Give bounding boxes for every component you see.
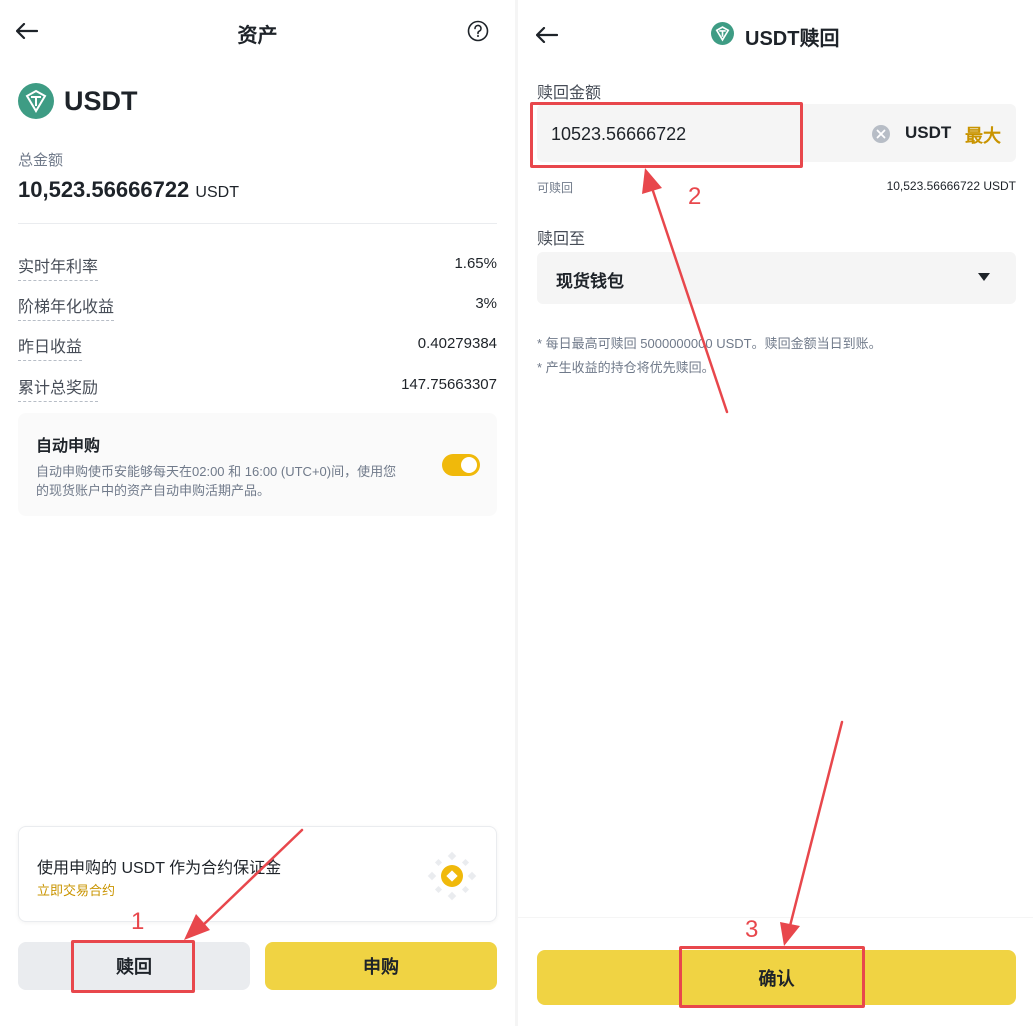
- usdt-coin-icon: [711, 22, 734, 45]
- page-title: USDT赎回: [745, 28, 840, 50]
- caret-down-icon: [978, 273, 990, 281]
- annotation-number-2: 2: [688, 183, 702, 210]
- coin-name: USDT: [64, 86, 138, 116]
- auto-subscribe-desc: 自动申购使币安能够每天在02:00 和 16:00 (UTC+0)间，使用您 的…: [36, 462, 436, 500]
- amount-unit: USDT: [905, 123, 952, 142]
- yesterday-earnings-value: 0.40279384: [417, 335, 497, 352]
- annotation-box-confirm: [679, 946, 865, 1008]
- total-amount-label: 总金额: [18, 152, 64, 169]
- auto-subscribe-desc-line1: 自动申购使币安能够每天在02:00 和 16:00 (UTC+0)间，使用您: [36, 464, 397, 479]
- page-title: 资产: [237, 25, 278, 47]
- available-value: 10,523.56666722 USDT: [886, 179, 1016, 193]
- futures-promo-card[interactable]: 使用申购的 USDT 作为合约保证金 立即交易合约: [18, 826, 497, 922]
- realtime-apr-value: 1.65%: [454, 255, 497, 272]
- yesterday-earnings-label[interactable]: 昨日收益: [18, 333, 83, 361]
- clear-icon[interactable]: [871, 124, 891, 144]
- footer-divider: [518, 917, 1033, 918]
- toggle-knob: [461, 457, 477, 473]
- annotation-number-3: 3: [745, 916, 759, 943]
- subscribe-button[interactable]: 申购: [265, 942, 497, 990]
- total-amount-value: 10,523.56666722 USDT: [18, 177, 239, 203]
- total-amount-unit: USDT: [195, 184, 239, 201]
- coin-illustration-icon: [427, 851, 477, 901]
- trade-futures-link[interactable]: 立即交易合约: [37, 880, 115, 899]
- total-amount-number: 10,523.56666722: [18, 177, 190, 202]
- promo-text: 使用申购的 USDT 作为合约保证金: [37, 860, 282, 877]
- total-rewards-value: 147.75663307: [401, 376, 497, 393]
- annotation-box-redeem: [71, 940, 195, 993]
- asset-screen: 资产 USDT 总金额 10,523.56666722 USDT 实时年利率 1…: [0, 0, 515, 1026]
- realtime-apr-label[interactable]: 实时年利率: [18, 253, 99, 281]
- auto-subscribe-desc-line2: 的现货账户中的资产自动申购活期产品。: [36, 483, 271, 498]
- auto-subscribe-card: 自动申购 自动申购使币安能够每天在02:00 和 16:00 (UTC+0)间，…: [18, 413, 497, 516]
- auto-subscribe-title: 自动申购: [36, 438, 101, 455]
- back-arrow-icon[interactable]: [536, 27, 558, 43]
- note-daily-limit: * 每日最高可赎回 5000000000 USDT。赎回金额当日到账。: [537, 336, 882, 351]
- annotation-number-1: 1: [131, 908, 145, 935]
- tier-apr-label[interactable]: 阶梯年化收益: [18, 293, 115, 321]
- help-icon[interactable]: [467, 20, 489, 42]
- total-rewards-label[interactable]: 累计总奖励: [18, 374, 99, 402]
- redeem-amount-label: 赎回金额: [537, 85, 602, 102]
- redeem-to-label: 赎回至: [537, 231, 586, 248]
- redeem-to-value: 现货钱包: [556, 272, 624, 291]
- section-divider: [18, 223, 497, 224]
- available-label: 可赎回: [537, 181, 574, 195]
- auto-subscribe-toggle[interactable]: [442, 454, 480, 476]
- annotation-box-amount: [530, 102, 803, 168]
- max-button[interactable]: 最大: [965, 122, 1001, 148]
- usdt-coin-icon: [18, 83, 54, 119]
- redeem-to-select[interactable]: 现货钱包: [537, 252, 1016, 304]
- tier-apr-value: 3%: [475, 295, 497, 312]
- note-priority: * 产生收益的持仓将优先赎回。: [537, 360, 715, 375]
